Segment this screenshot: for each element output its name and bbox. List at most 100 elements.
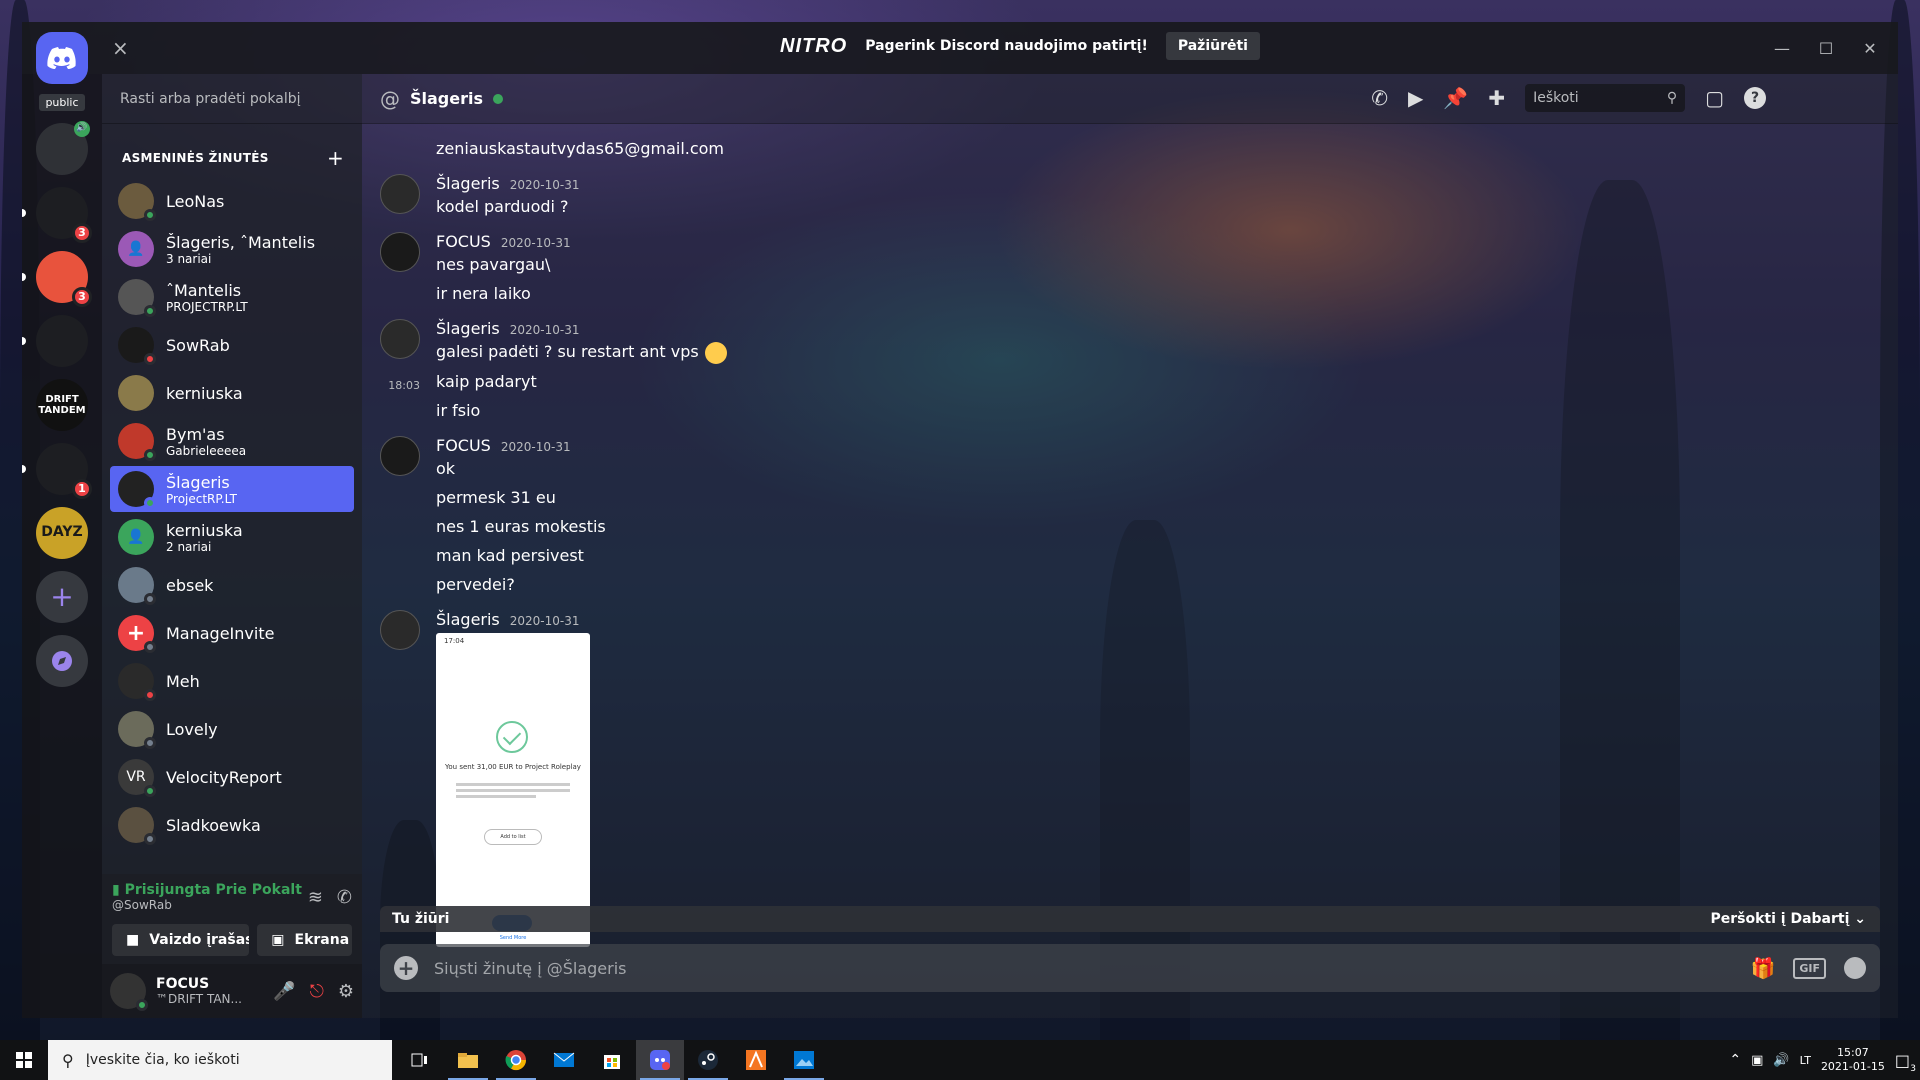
server-icon[interactable]: 1 — [22, 443, 92, 499]
network-icon[interactable]: ▣ — [1751, 1053, 1763, 1068]
close-banner-icon[interactable]: × — [112, 36, 129, 60]
notifications-icon[interactable]: □ 3 — [1895, 1051, 1916, 1074]
server-icon[interactable]: DAYZ — [36, 507, 88, 559]
dm-item[interactable]: Meh — [110, 658, 354, 704]
dm-name: LeoNas — [166, 191, 225, 211]
store-icon[interactable] — [588, 1040, 636, 1080]
message-group: FOCUS 2020-10-31 nes pavargau\ ir nera laik… — [380, 232, 1878, 305]
dm-sidebar: Rasti arba pradėti pokalbį ASMENINĖS ŽIN… — [102, 74, 362, 1018]
dm-item[interactable]: LeoNas — [110, 178, 354, 224]
message-input[interactable] — [434, 958, 1751, 978]
dm-name: kerniuska — [166, 383, 243, 403]
steam-icon[interactable] — [684, 1040, 732, 1080]
chat-search-input[interactable]: Ieškoti ⚲ — [1525, 84, 1686, 112]
mute-mic-icon[interactable]: 🎤 — [273, 981, 295, 1002]
dm-item[interactable]: Sladkoewka — [110, 802, 354, 848]
dm-name: Šlageris, ˆMantelis — [166, 232, 316, 252]
attachment-status-time: 17:04 — [444, 636, 465, 645]
find-conversation-input[interactable]: Rasti arba pradėti pokalbį — [102, 74, 362, 124]
message-text: galesi padėti ? su restart ant vps — [436, 341, 1878, 364]
clock[interactable]: 15:07 2021-01-15 — [1821, 1046, 1885, 1074]
volume-icon[interactable]: 🔊 — [1773, 1053, 1789, 1068]
taskbar-search[interactable]: ⚲ Įveskite čia, ko ieškoti — [48, 1040, 392, 1080]
message-avatar[interactable] — [380, 435, 420, 476]
dm-name: Šlageris — [166, 472, 230, 492]
dm-item[interactable]: Bym'as Gabrieleeeea — [110, 418, 354, 464]
dm-name: Lovely — [166, 719, 218, 739]
dm-item[interactable]: 👤 Šlageris, ˆMantelis 3 nariai — [110, 226, 354, 272]
help-icon[interactable]: ? — [1744, 87, 1766, 109]
jump-to-present-button[interactable]: Peršokti į Dabartį ⌄ — [1710, 911, 1866, 927]
mention-badge: 3 — [72, 223, 92, 243]
dm-name: SowRab — [166, 335, 230, 355]
voice-connected-status[interactable]: ▮ Prisijungta Prie Pokalt — [112, 882, 302, 898]
dm-item[interactable]: ebsek — [110, 562, 354, 608]
pin-icon[interactable]: 📌 — [1443, 86, 1468, 110]
maximize-icon[interactable]: ☐ — [1804, 22, 1848, 74]
message-avatar[interactable] — [380, 174, 420, 214]
discord-taskbar-icon[interactable] — [636, 1040, 684, 1080]
dm-item[interactable]: ˆMantelis PROJECTRP.LT — [110, 274, 354, 320]
nitro-view-button[interactable]: Pažiūrėti — [1165, 32, 1260, 60]
chrome-icon[interactable] — [492, 1040, 540, 1080]
message-group: Šlageris 2020-10-31 17:04 You sent 31,00 EU… — [380, 609, 1878, 947]
jump-to-present-bar[interactable]: Tu žiūri Peršokti į Dabartį ⌄ — [380, 906, 1880, 932]
server-icon[interactable]: DRIFT TANDEM — [36, 379, 88, 431]
message-author[interactable]: FOCUS — [436, 232, 491, 251]
start-button[interactable] — [0, 1040, 48, 1080]
chevron-up-icon[interactable]: ⌃ — [1729, 1052, 1741, 1068]
app-a-icon[interactable] — [732, 1040, 780, 1080]
avatar — [118, 423, 156, 461]
message-author[interactable]: Šlageris — [436, 319, 500, 338]
message-author[interactable]: Šlageris — [436, 610, 500, 629]
dm-name: Sladkoewka — [166, 815, 261, 835]
message-avatar[interactable] — [380, 609, 420, 650]
mail-icon[interactable] — [540, 1040, 588, 1080]
language-indicator[interactable]: LT — [1800, 1054, 1811, 1067]
screen-share-button[interactable]: ▣ Ekrana — [257, 924, 352, 956]
add-server-button[interactable]: + — [36, 571, 88, 623]
minimize-icon[interactable]: — — [1760, 22, 1804, 74]
server-icon[interactable] — [22, 315, 88, 367]
message-author[interactable]: FOCUS — [436, 436, 491, 455]
public-label: public — [39, 94, 85, 111]
dm-item[interactable]: VR VelocityReport — [110, 754, 354, 800]
gift-icon[interactable]: 🎁 — [1750, 956, 1775, 980]
explore-servers-button[interactable] — [36, 635, 88, 687]
dm-item[interactable]: kerniuska — [110, 370, 354, 416]
photos-icon[interactable] — [780, 1040, 828, 1080]
dm-header: ASMENINĖS ŽINUTĖS + — [102, 124, 362, 178]
dm-item[interactable]: SowRab — [110, 322, 354, 368]
file-explorer-icon[interactable] — [444, 1040, 492, 1080]
task-view-icon[interactable] — [396, 1040, 444, 1080]
dm-item[interactable]: + ManageInvite — [110, 610, 354, 656]
attach-plus-icon[interactable]: + — [394, 956, 418, 980]
server-icon[interactable]: 3 — [22, 187, 92, 243]
settings-gear-icon[interactable]: ⚙ — [338, 981, 354, 1002]
server-icon[interactable]: 3 — [22, 251, 92, 307]
noise-suppression-icon[interactable]: ≋ — [308, 887, 323, 908]
server-icon[interactable]: 🔊 — [36, 121, 90, 175]
close-window-icon[interactable]: ✕ — [1848, 22, 1892, 74]
message-avatar[interactable] — [380, 319, 420, 359]
video-button[interactable]: ■ Vaizdo įrašas — [112, 924, 250, 956]
create-dm-icon[interactable]: + — [327, 146, 344, 170]
image-attachment[interactable]: 17:04 You sent 31,00 EUR to Project Rolep… — [436, 632, 590, 947]
message-avatar[interactable] — [380, 232, 420, 272]
user-avatar[interactable] — [110, 973, 148, 1011]
gif-button[interactable]: GIF — [1793, 957, 1826, 979]
video-call-icon[interactable]: ▶ — [1408, 86, 1423, 110]
dm-item[interactable]: Lovely — [110, 706, 354, 752]
dm-item[interactable]: Šlageris ProjectRP.LT — [110, 466, 354, 512]
add-friend-icon[interactable]: ✚ — [1488, 86, 1505, 110]
message-author[interactable]: Šlageris — [436, 174, 500, 193]
deafen-icon[interactable]: ⎋ — [310, 981, 324, 1002]
message-group: FOCUS 2020-10-31 ok permesk 31 eu nes 1 eura… — [380, 435, 1878, 596]
emoji-picker-icon[interactable] — [1844, 957, 1866, 979]
dm-item[interactable]: 👤 kerniuska 2 nariai — [110, 514, 354, 560]
status-indicator — [144, 449, 156, 461]
discord-home-button[interactable] — [36, 32, 88, 84]
disconnect-icon[interactable]: ✆ — [337, 887, 352, 908]
voice-call-icon[interactable]: ✆ — [1371, 86, 1388, 110]
inbox-icon[interactable]: ▢ — [1705, 86, 1724, 110]
